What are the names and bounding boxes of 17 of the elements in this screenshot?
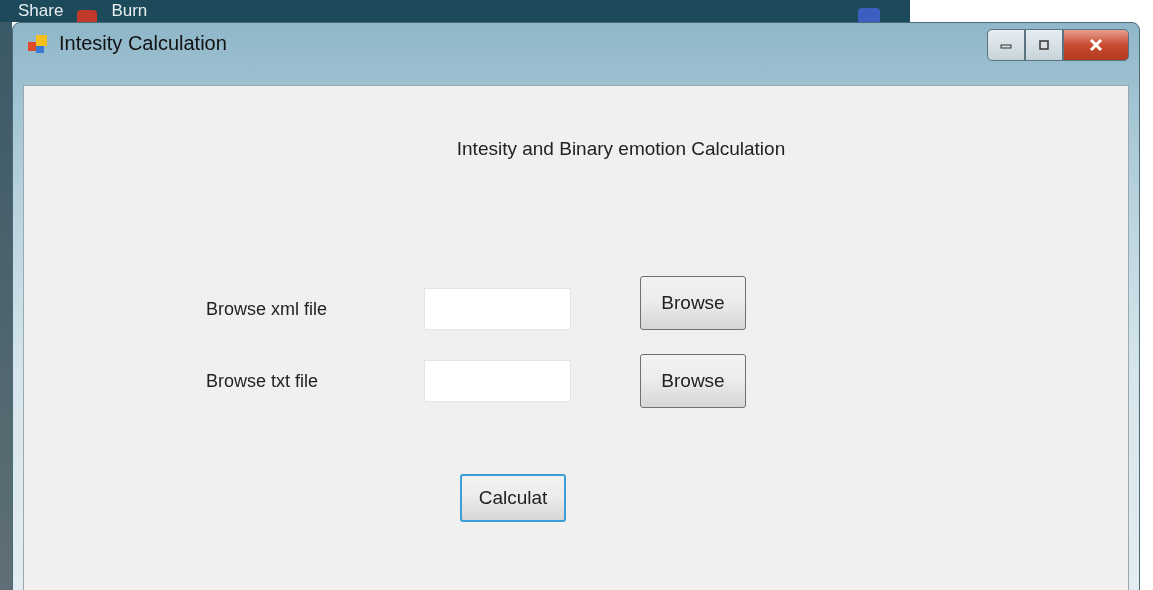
app-icon	[27, 33, 49, 55]
minimize-button[interactable]	[987, 29, 1025, 61]
browse-button[interactable]: Browse	[640, 276, 746, 330]
close-button[interactable]	[1063, 29, 1129, 61]
field-label: Browse txt file	[206, 370, 320, 392]
browse-button[interactable]: Browse	[640, 354, 746, 408]
calculate-button[interactable]: Calculat	[460, 474, 566, 522]
toolbar-item[interactable]: Burn	[111, 1, 148, 21]
close-icon	[1088, 38, 1104, 52]
file-path-field[interactable]	[424, 288, 571, 330]
form-heading: Intesity and Binary emotion Calculation	[455, 138, 787, 160]
maximize-button[interactable]	[1025, 29, 1063, 61]
toolbar-item[interactable]: Share	[18, 1, 64, 21]
maximize-icon	[1037, 39, 1051, 51]
window-title: Intesity Calculation	[59, 32, 227, 55]
file-path-field[interactable]	[424, 360, 571, 402]
field-label: Browse xml file	[206, 298, 329, 320]
